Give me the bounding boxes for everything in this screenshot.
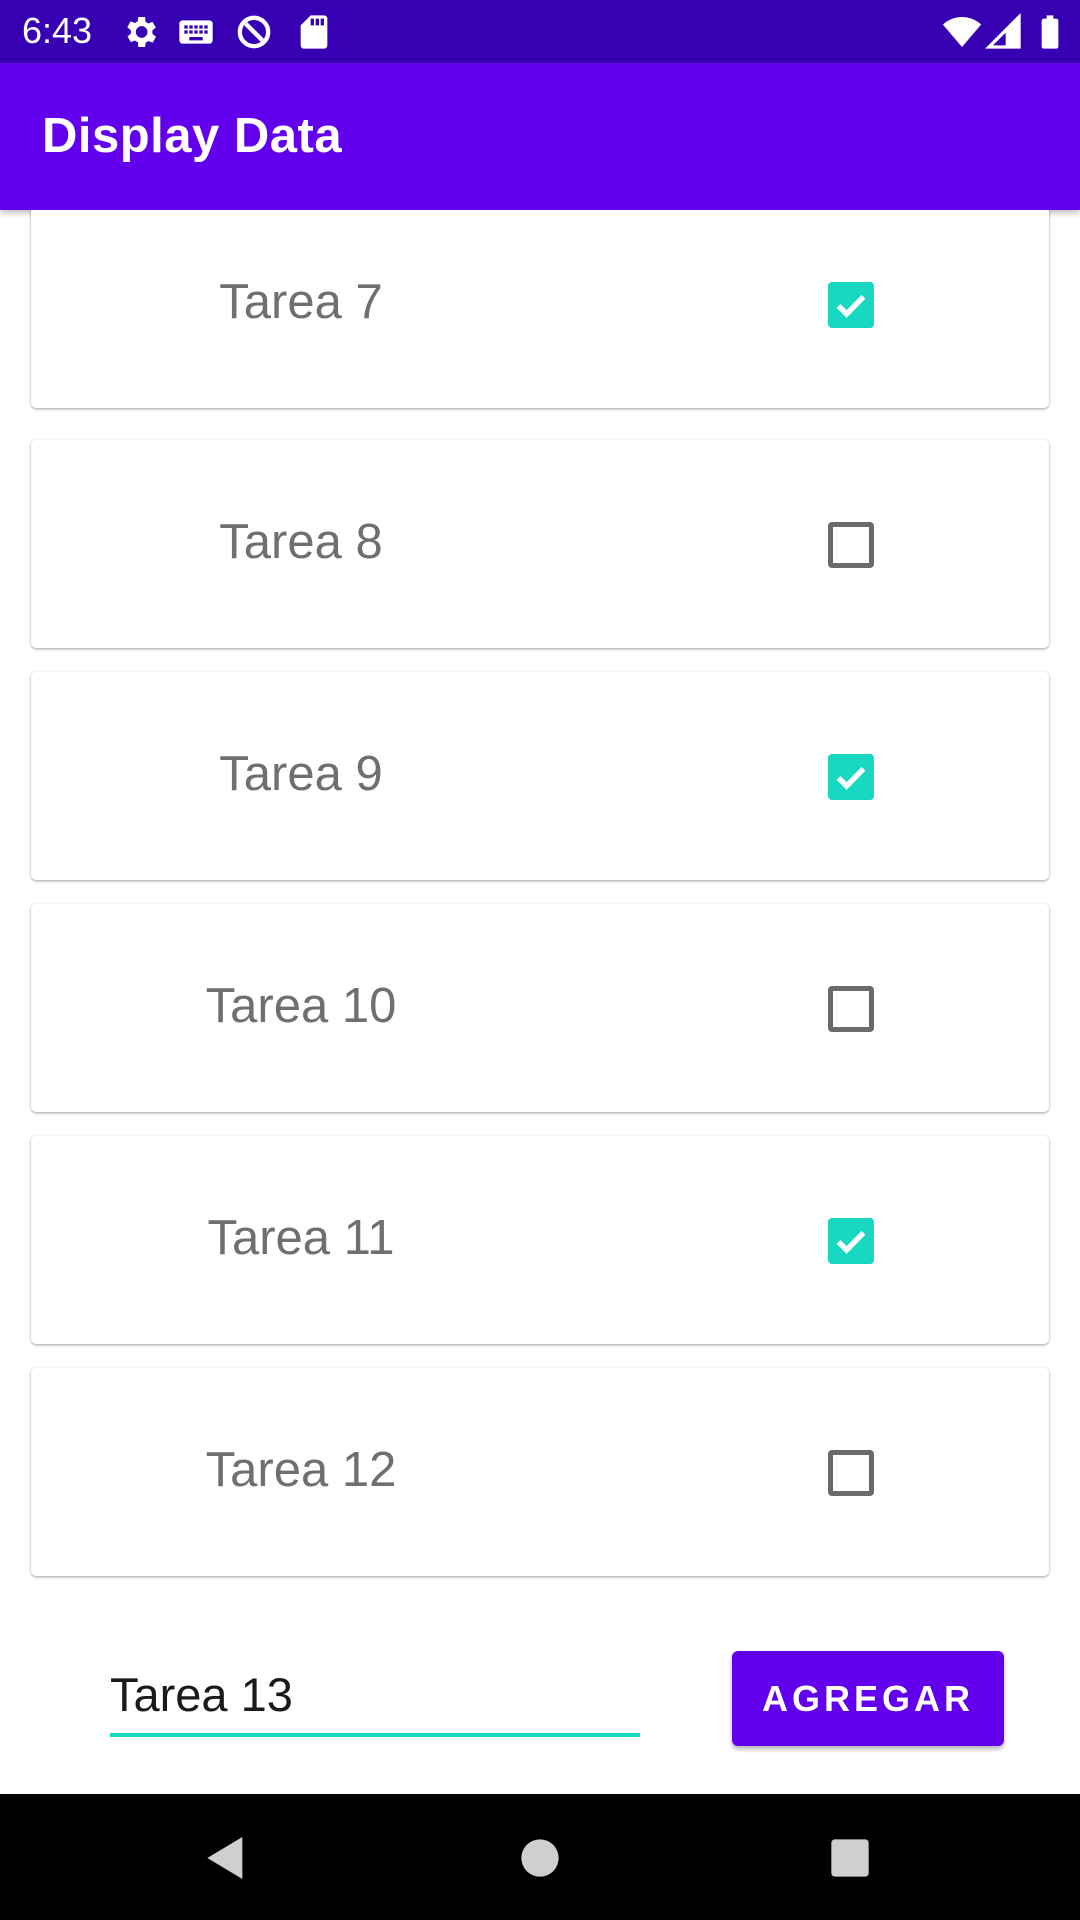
checkmark-icon [836,1230,866,1254]
navigation-bar [0,1794,1080,1920]
list-item[interactable]: Tarea 9 [31,672,1049,880]
task-label: Tarea 11 [207,1211,395,1265]
task-checkbox[interactable] [828,282,874,328]
task-label: Tarea 8 [219,515,383,569]
signal-icon [984,12,1021,49]
checkmark-icon [836,766,866,790]
list-item[interactable]: Tarea 7 [31,210,1049,408]
keyboard-icon [179,20,213,44]
task-checkbox[interactable] [828,1218,874,1264]
new-task-input[interactable] [110,1655,640,1737]
page-title: Display Data [42,109,343,163]
back-icon[interactable] [198,1830,254,1886]
list-item[interactable]: Tarea 12 [31,1368,1049,1576]
sd-card-icon [300,15,328,49]
task-checkbox[interactable] [828,1450,874,1496]
app-bar: Display Data [0,63,1080,210]
task-checkbox[interactable] [828,522,874,568]
gear-icon [127,17,156,47]
task-label: Tarea 7 [219,275,383,329]
status-bar: 6:43 [0,0,1080,63]
list-item[interactable]: Tarea 8 [31,440,1049,648]
battery-icon [1041,15,1059,49]
data-saver-icon [237,15,271,49]
recents-icon[interactable] [822,1830,878,1886]
home-icon[interactable] [512,1830,568,1886]
list-item[interactable]: Tarea 11 [31,1136,1049,1344]
task-list[interactable]: Tarea 7 Tarea 8 Tarea 9 Tarea 10 Tarea 1… [0,210,1080,1590]
task-label: Tarea 10 [205,979,397,1033]
list-item[interactable]: Tarea 10 [31,904,1049,1112]
wifi-icon [942,17,982,47]
add-button[interactable]: AGREGAR [732,1651,1004,1746]
status-time: 6:43 [22,10,93,51]
task-checkbox[interactable] [828,754,874,800]
task-label: Tarea 9 [219,747,383,801]
task-checkbox[interactable] [828,986,874,1032]
task-label: Tarea 12 [205,1443,397,1497]
checkmark-icon [836,294,866,318]
